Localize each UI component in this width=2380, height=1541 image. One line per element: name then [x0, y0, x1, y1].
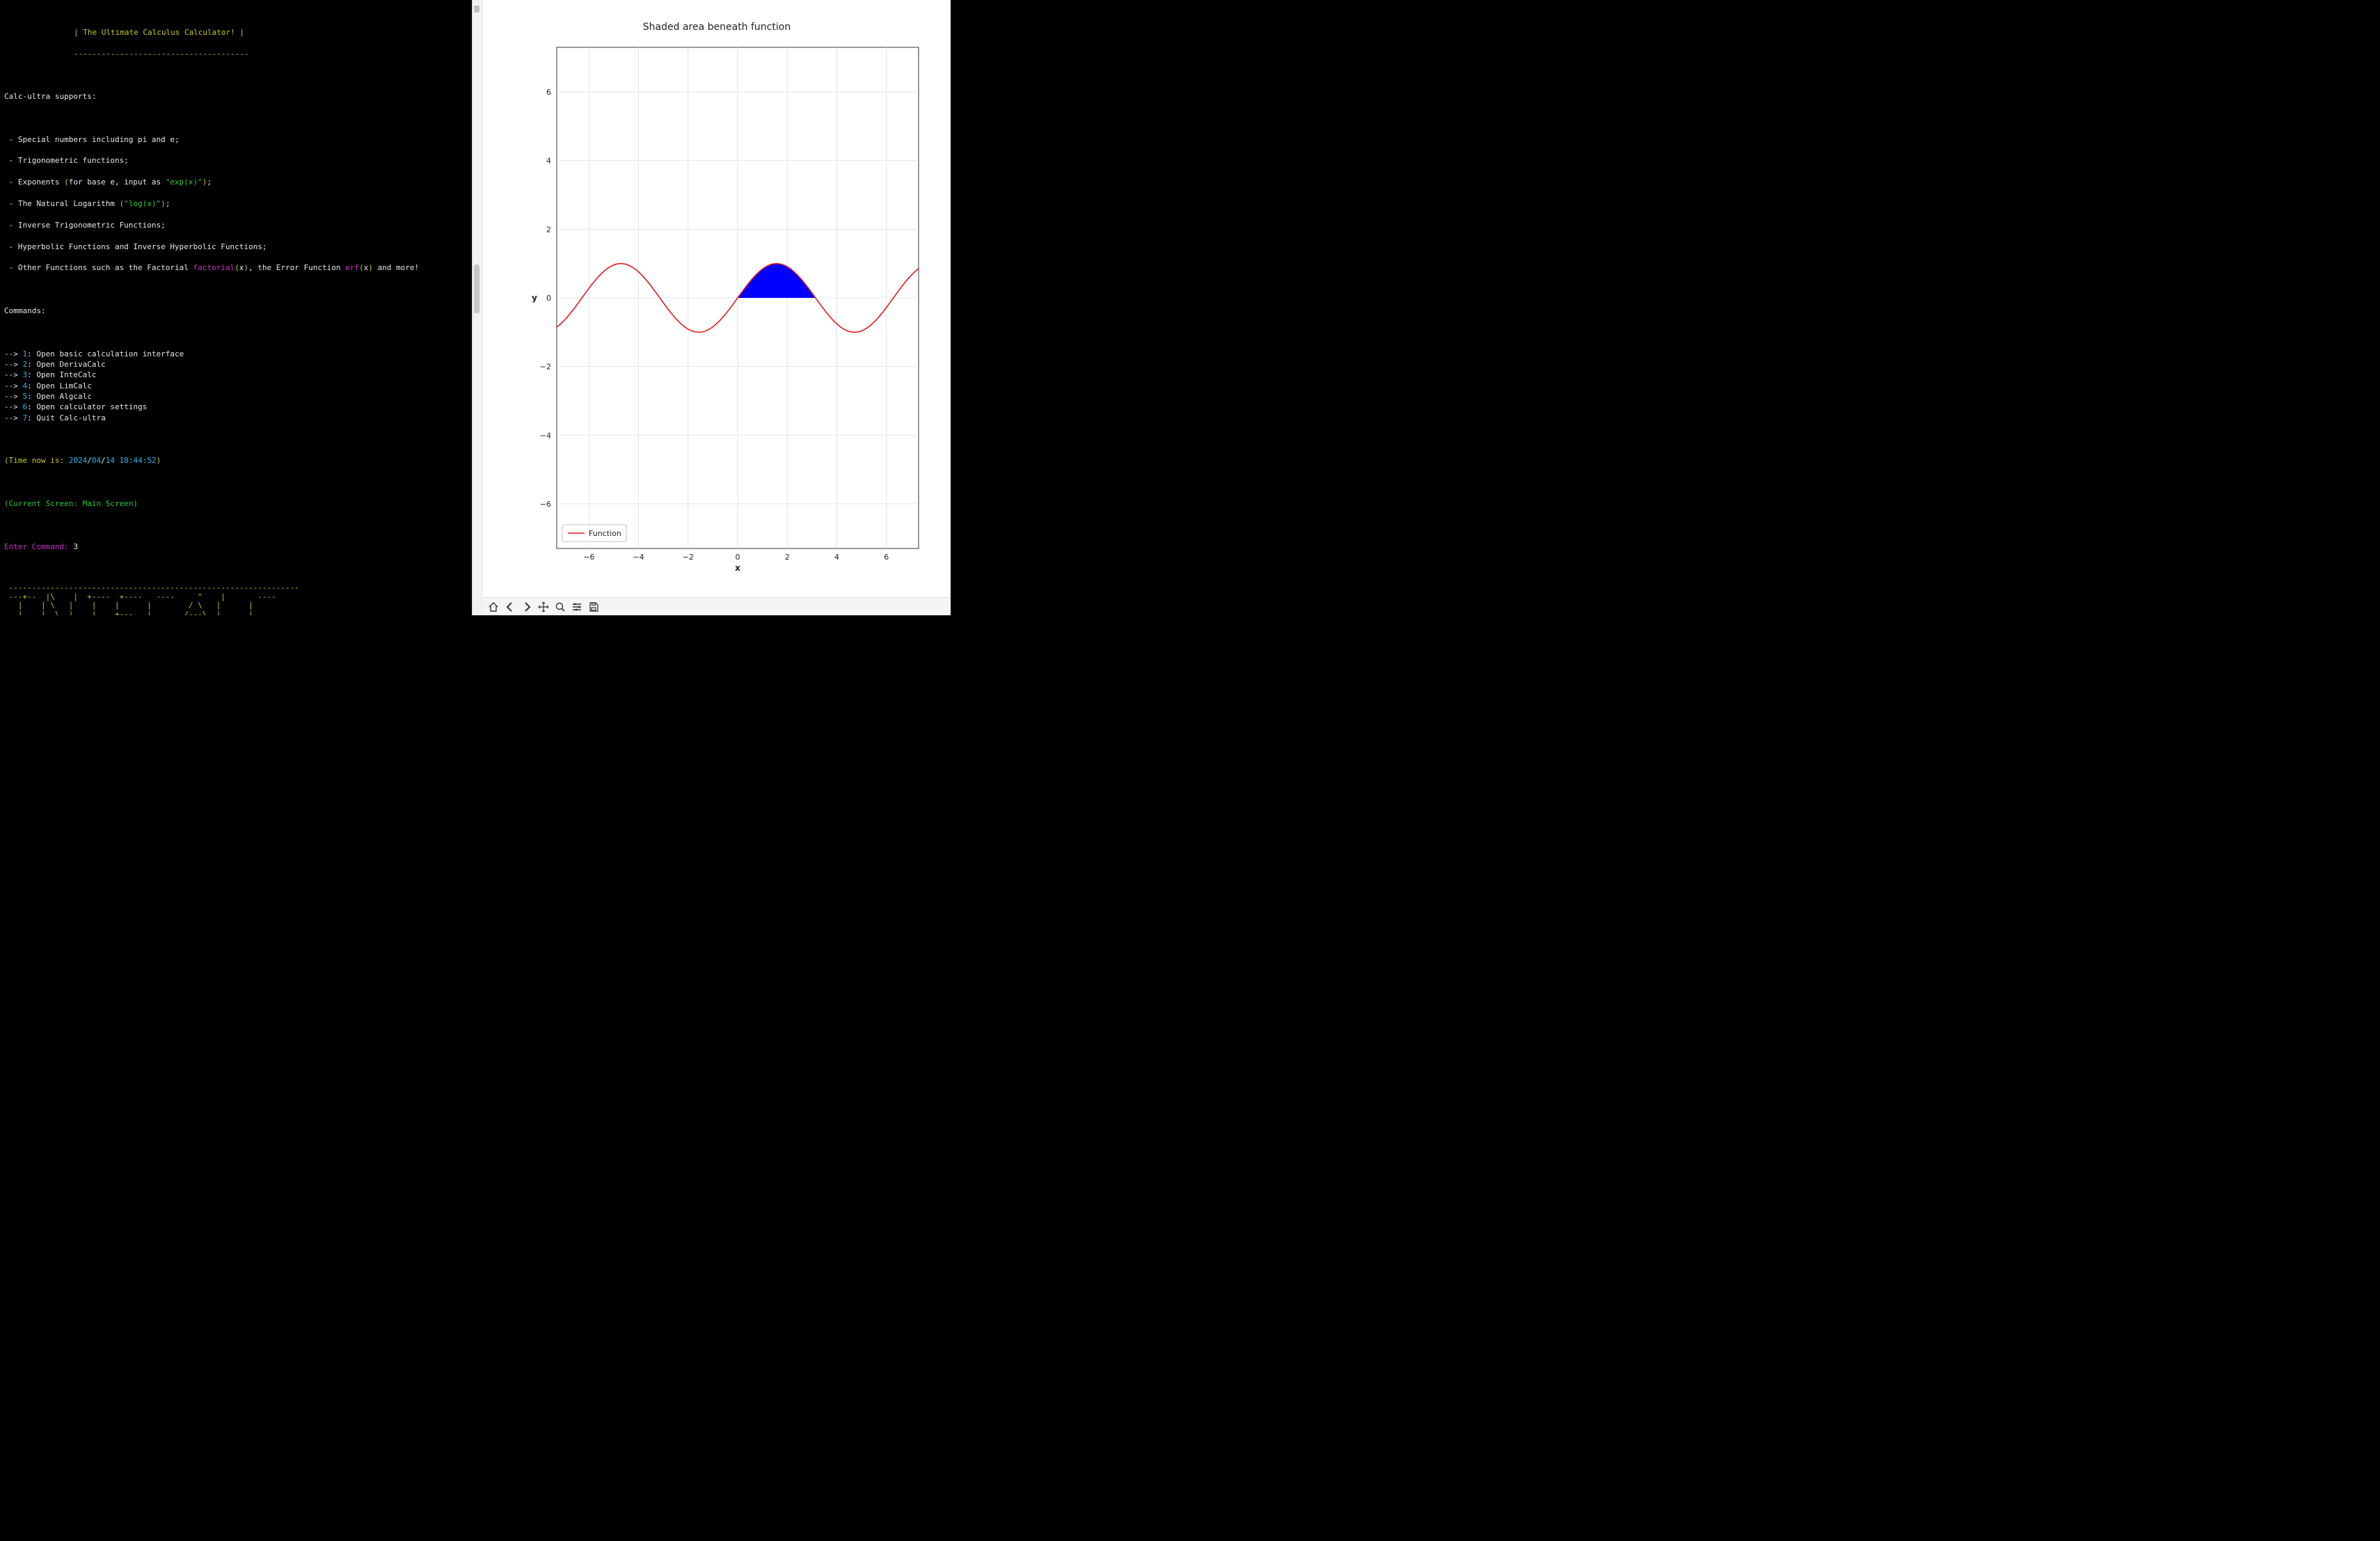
pan-icon[interactable] [536, 599, 551, 615]
svg-text:6: 6 [546, 88, 551, 97]
plot-pane: Shaded area beneath function −6 −4 −2 0 2 4 6 … [483, 0, 951, 615]
matplotlib-toolbar [483, 597, 951, 615]
svg-text:−4: −4 [540, 431, 551, 440]
svg-text:6: 6 [884, 553, 889, 562]
svg-text:4: 4 [834, 553, 839, 562]
svg-text:−2: −2 [683, 553, 694, 562]
support-item: - The Natural Logarithm [4, 199, 120, 208]
forward-icon[interactable] [519, 599, 534, 615]
back-icon[interactable] [502, 599, 518, 615]
svg-text:0: 0 [736, 553, 740, 562]
intecalc-ascii-art: ----------------------------------------… [4, 584, 468, 615]
time-day: 14 [106, 456, 115, 465]
support-item: - Trigonometric functions; [4, 156, 129, 165]
svg-text:−2: −2 [540, 362, 551, 371]
svg-text:Function: Function [589, 529, 621, 538]
exp-token: "exp(x)" [166, 177, 203, 187]
support-item: - Exponents [4, 177, 64, 187]
terminal-pane[interactable]: | The Ultimate Calculus Calculator! | --… [0, 0, 472, 615]
time-year: 2024 [69, 456, 88, 465]
app-title: | The Ultimate Calculus Calculator! | [74, 28, 244, 37]
svg-text:2: 2 [546, 225, 551, 234]
home-icon[interactable] [486, 599, 501, 615]
pane-divider[interactable] [472, 0, 483, 615]
x-axis-label: x [735, 563, 740, 573]
support-item: - Inverse Trigonometric Functions; [4, 221, 166, 230]
scrollbar-thumb[interactable] [474, 264, 479, 313]
svg-text:−6: −6 [583, 553, 594, 562]
support-item: - Other Functions such as the Factorial [4, 263, 193, 272]
y-axis-label: y [532, 293, 537, 303]
prompt-label: Enter Command: [4, 542, 73, 551]
svg-text:−4: −4 [633, 553, 644, 562]
commands-heading: Commands: [4, 306, 46, 315]
erf-token: erf [345, 263, 359, 272]
app-title-underline: -------------------------------------- [74, 49, 249, 58]
plot-area[interactable]: Shaded area beneath function −6 −4 −2 0 2 4 6 … [483, 0, 951, 597]
support-item: - Hyperbolic Functions and Inverse Hyper… [4, 242, 267, 251]
svg-text:0: 0 [546, 294, 551, 303]
configure-icon[interactable] [569, 599, 585, 615]
supports-heading: Calc-ultra supports: [4, 92, 96, 101]
svg-text:−6: −6 [540, 499, 551, 508]
save-icon[interactable] [586, 599, 601, 615]
time-clock: 18:44:52 [120, 456, 157, 465]
chart-legend: Function [562, 525, 626, 542]
svg-text:4: 4 [546, 156, 551, 165]
time-prefix: (Time now is: [4, 456, 69, 465]
prompt-value[interactable]: 3 [73, 542, 78, 551]
time-month: 04 [92, 456, 101, 465]
support-item: - Special numbers including pi and e; [4, 135, 180, 144]
chart-svg: −6 −4 −2 0 2 4 6 −6 −4 −2 0 2 4 6 x y Function [508, 40, 926, 576]
factorial-token: factorial [193, 263, 235, 272]
svg-text:2: 2 [785, 553, 790, 562]
current-screen-main: (Current Screen: Main Screen) [4, 499, 138, 508]
chart-title: Shaded area beneath function [497, 21, 937, 35]
zoom-icon[interactable] [553, 599, 568, 615]
log-token: "log(x)" [124, 199, 161, 208]
main-command-list: --> 1: Open basic calculation interface … [4, 349, 468, 424]
